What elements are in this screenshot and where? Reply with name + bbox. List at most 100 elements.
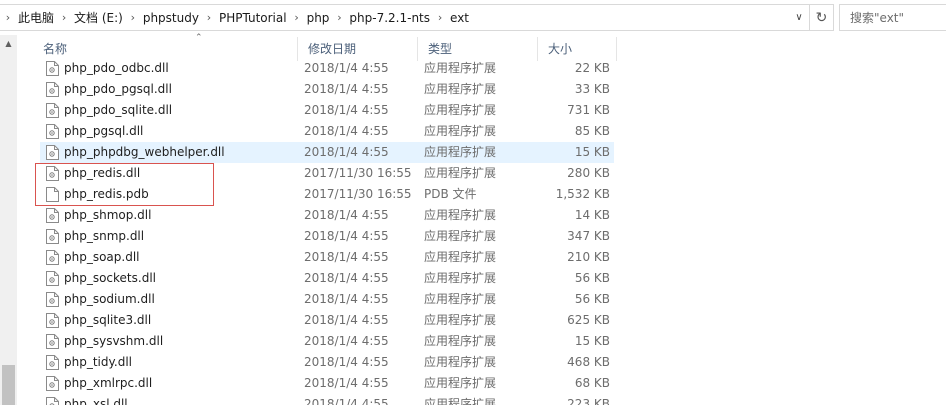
file-date: 2018/1/4 4:55 [304,208,389,222]
file-row[interactable]: php_pgsql.dll 2018/1/4 4:55 应用程序扩展 85 KB [40,121,614,142]
address-bar[interactable]: › 此电脑 › 文档 (E:) › phpstudy › PHPTutorial › php › ph… [0,4,834,31]
file-date: 2018/1/4 4:55 [304,334,389,348]
file-type: 应用程序扩展 [424,292,497,306]
file-row[interactable]: php_xsl.dll 2018/1/4 4:55 应用程序扩展 223 KB [40,394,614,405]
breadcrumb-item[interactable]: php [305,11,332,25]
breadcrumb-separator[interactable]: › [56,11,72,24]
file-name: php_phpdbg_webhelper.dll [64,145,225,159]
dll-file-icon [46,61,59,76]
file-type: PDB 文件 [424,187,477,201]
file-size: 33 KB [574,82,610,96]
breadcrumb-separator[interactable]: › [0,11,16,24]
file-date: 2018/1/4 4:55 [304,124,389,138]
file-row[interactable]: php_pdo_pgsql.dll 2018/1/4 4:55 应用程序扩展 33 K… [40,79,614,100]
file-type: 应用程序扩展 [424,82,497,96]
breadcrumb-item[interactable]: 文档 (E:) [72,9,125,26]
file-date: 2018/1/4 4:55 [304,145,389,159]
file-row[interactable]: php_sockets.dll 2018/1/4 4:55 应用程序扩展 56 KB [40,268,614,289]
file-row[interactable]: php_tidy.dll 2018/1/4 4:55 应用程序扩展 468 KB [40,352,614,373]
file-name: php_sqlite3.dll [64,313,152,327]
dll-file-icon [46,124,59,139]
file-type: 应用程序扩展 [424,229,497,243]
column-header-name-label: 名称 [43,42,68,56]
toolbar: › 此电脑 › 文档 (E:) › phpstudy › PHPTutorial › php › ph… [0,0,946,35]
dll-file-icon [46,313,59,328]
file-name: php_pdo_odbc.dll [64,61,169,75]
file-size: 468 KB [567,355,610,369]
file-date: 2018/1/4 4:55 [304,82,389,96]
breadcrumb-separator[interactable]: › [289,11,305,24]
file-name: php_sodium.dll [64,292,155,306]
file-row[interactable]: php_pdo_odbc.dll 2018/1/4 4:55 应用程序扩展 22 KB [40,58,614,79]
breadcrumb-separator[interactable]: › [125,11,141,24]
breadcrumb-item[interactable]: ext [448,11,471,25]
highlight-box [35,163,214,206]
file-size: 56 KB [574,292,610,306]
dll-file-icon [46,145,59,160]
breadcrumb-separator[interactable]: › [201,11,217,24]
file-size: 68 KB [574,376,610,390]
scroll-thumb[interactable] [2,365,15,405]
file-name: php_pdo_pgsql.dll [64,82,172,96]
dll-file-icon [46,376,59,391]
file-date: 2018/1/4 4:55 [304,292,389,306]
dll-file-icon [46,334,59,349]
column-header-type-label: 类型 [428,42,453,56]
refresh-icon[interactable]: ↻ [809,5,833,30]
file-row[interactable]: php_soap.dll 2018/1/4 4:55 应用程序扩展 210 KB [40,247,614,268]
dll-file-icon [46,355,59,370]
file-type: 应用程序扩展 [424,376,497,390]
file-size: 15 KB [574,334,610,348]
file-size: 347 KB [567,229,610,243]
file-row[interactable]: php_phpdbg_webhelper.dll 2018/1/4 4:55 应用程… [40,142,614,163]
breadcrumb-item[interactable]: php-7.2.1-nts [347,11,432,25]
file-date: 2018/1/4 4:55 [304,376,389,390]
file-size: 210 KB [567,250,610,264]
scroll-up-arrow-icon[interactable]: ▲ [0,35,17,52]
breadcrumb-separator[interactable]: › [432,11,448,24]
file-type: 应用程序扩展 [424,355,497,369]
file-date: 2018/1/4 4:55 [304,250,389,264]
sort-ascending-icon: ⌃ [195,33,203,43]
column-header-date-label: 修改日期 [308,42,357,56]
breadcrumb-item[interactable]: PHPTutorial [217,11,289,25]
file-type: 应用程序扩展 [424,313,497,327]
file-type: 应用程序扩展 [424,61,497,75]
file-date: 2018/1/4 4:55 [304,103,389,117]
file-row[interactable]: php_pdo_sqlite.dll 2018/1/4 4:55 应用程序扩展 731… [40,100,614,121]
file-type: 应用程序扩展 [424,124,497,138]
file-name: php_soap.dll [64,250,140,264]
breadcrumb-item[interactable]: 此电脑 [16,9,56,26]
file-date: 2018/1/4 4:55 [304,229,389,243]
file-date: 2018/1/4 4:55 [304,61,389,75]
file-date: 2018/1/4 4:55 [304,355,389,369]
file-row[interactable]: php_sqlite3.dll 2018/1/4 4:55 应用程序扩展 625 KB [40,310,614,331]
file-row[interactable]: php_shmop.dll 2018/1/4 4:55 应用程序扩展 14 KB [40,205,614,226]
file-row[interactable]: php_snmp.dll 2018/1/4 4:55 应用程序扩展 347 KB [40,226,614,247]
file-size: 625 KB [567,313,610,327]
file-row[interactable]: php_sysvshm.dll 2018/1/4 4:55 应用程序扩展 15 KB [40,331,614,352]
file-type: 应用程序扩展 [424,145,497,159]
file-name: php_tidy.dll [64,355,132,369]
file-size: 223 KB [567,397,610,405]
file-type: 应用程序扩展 [424,250,497,264]
file-name: php_sockets.dll [64,271,156,285]
column-header-size-label: 大小 [548,42,573,56]
dll-file-icon [46,250,59,265]
dll-file-icon [46,229,59,244]
breadcrumb-separator[interactable]: › [331,11,347,24]
file-row[interactable]: php_sodium.dll 2018/1/4 4:55 应用程序扩展 56 KB [40,289,614,310]
file-size: 731 KB [567,103,610,117]
file-size: 85 KB [574,124,610,138]
breadcrumb-item[interactable]: phpstudy [141,11,201,25]
breadcrumb: › 此电脑 › 文档 (E:) › phpstudy › PHPTutorial › php › ph… [0,5,471,30]
file-name: php_xmlrpc.dll [64,376,153,390]
vertical-scrollbar[interactable]: ▲ [0,35,17,405]
search-input[interactable]: 搜索"ext" [839,4,946,31]
dll-file-icon [46,397,59,405]
file-type: 应用程序扩展 [424,166,497,180]
file-type: 应用程序扩展 [424,208,497,222]
chevron-down-icon[interactable]: ∨ [789,5,809,30]
dll-file-icon [46,292,59,307]
file-row[interactable]: php_xmlrpc.dll 2018/1/4 4:55 应用程序扩展 68 KB [40,373,614,394]
